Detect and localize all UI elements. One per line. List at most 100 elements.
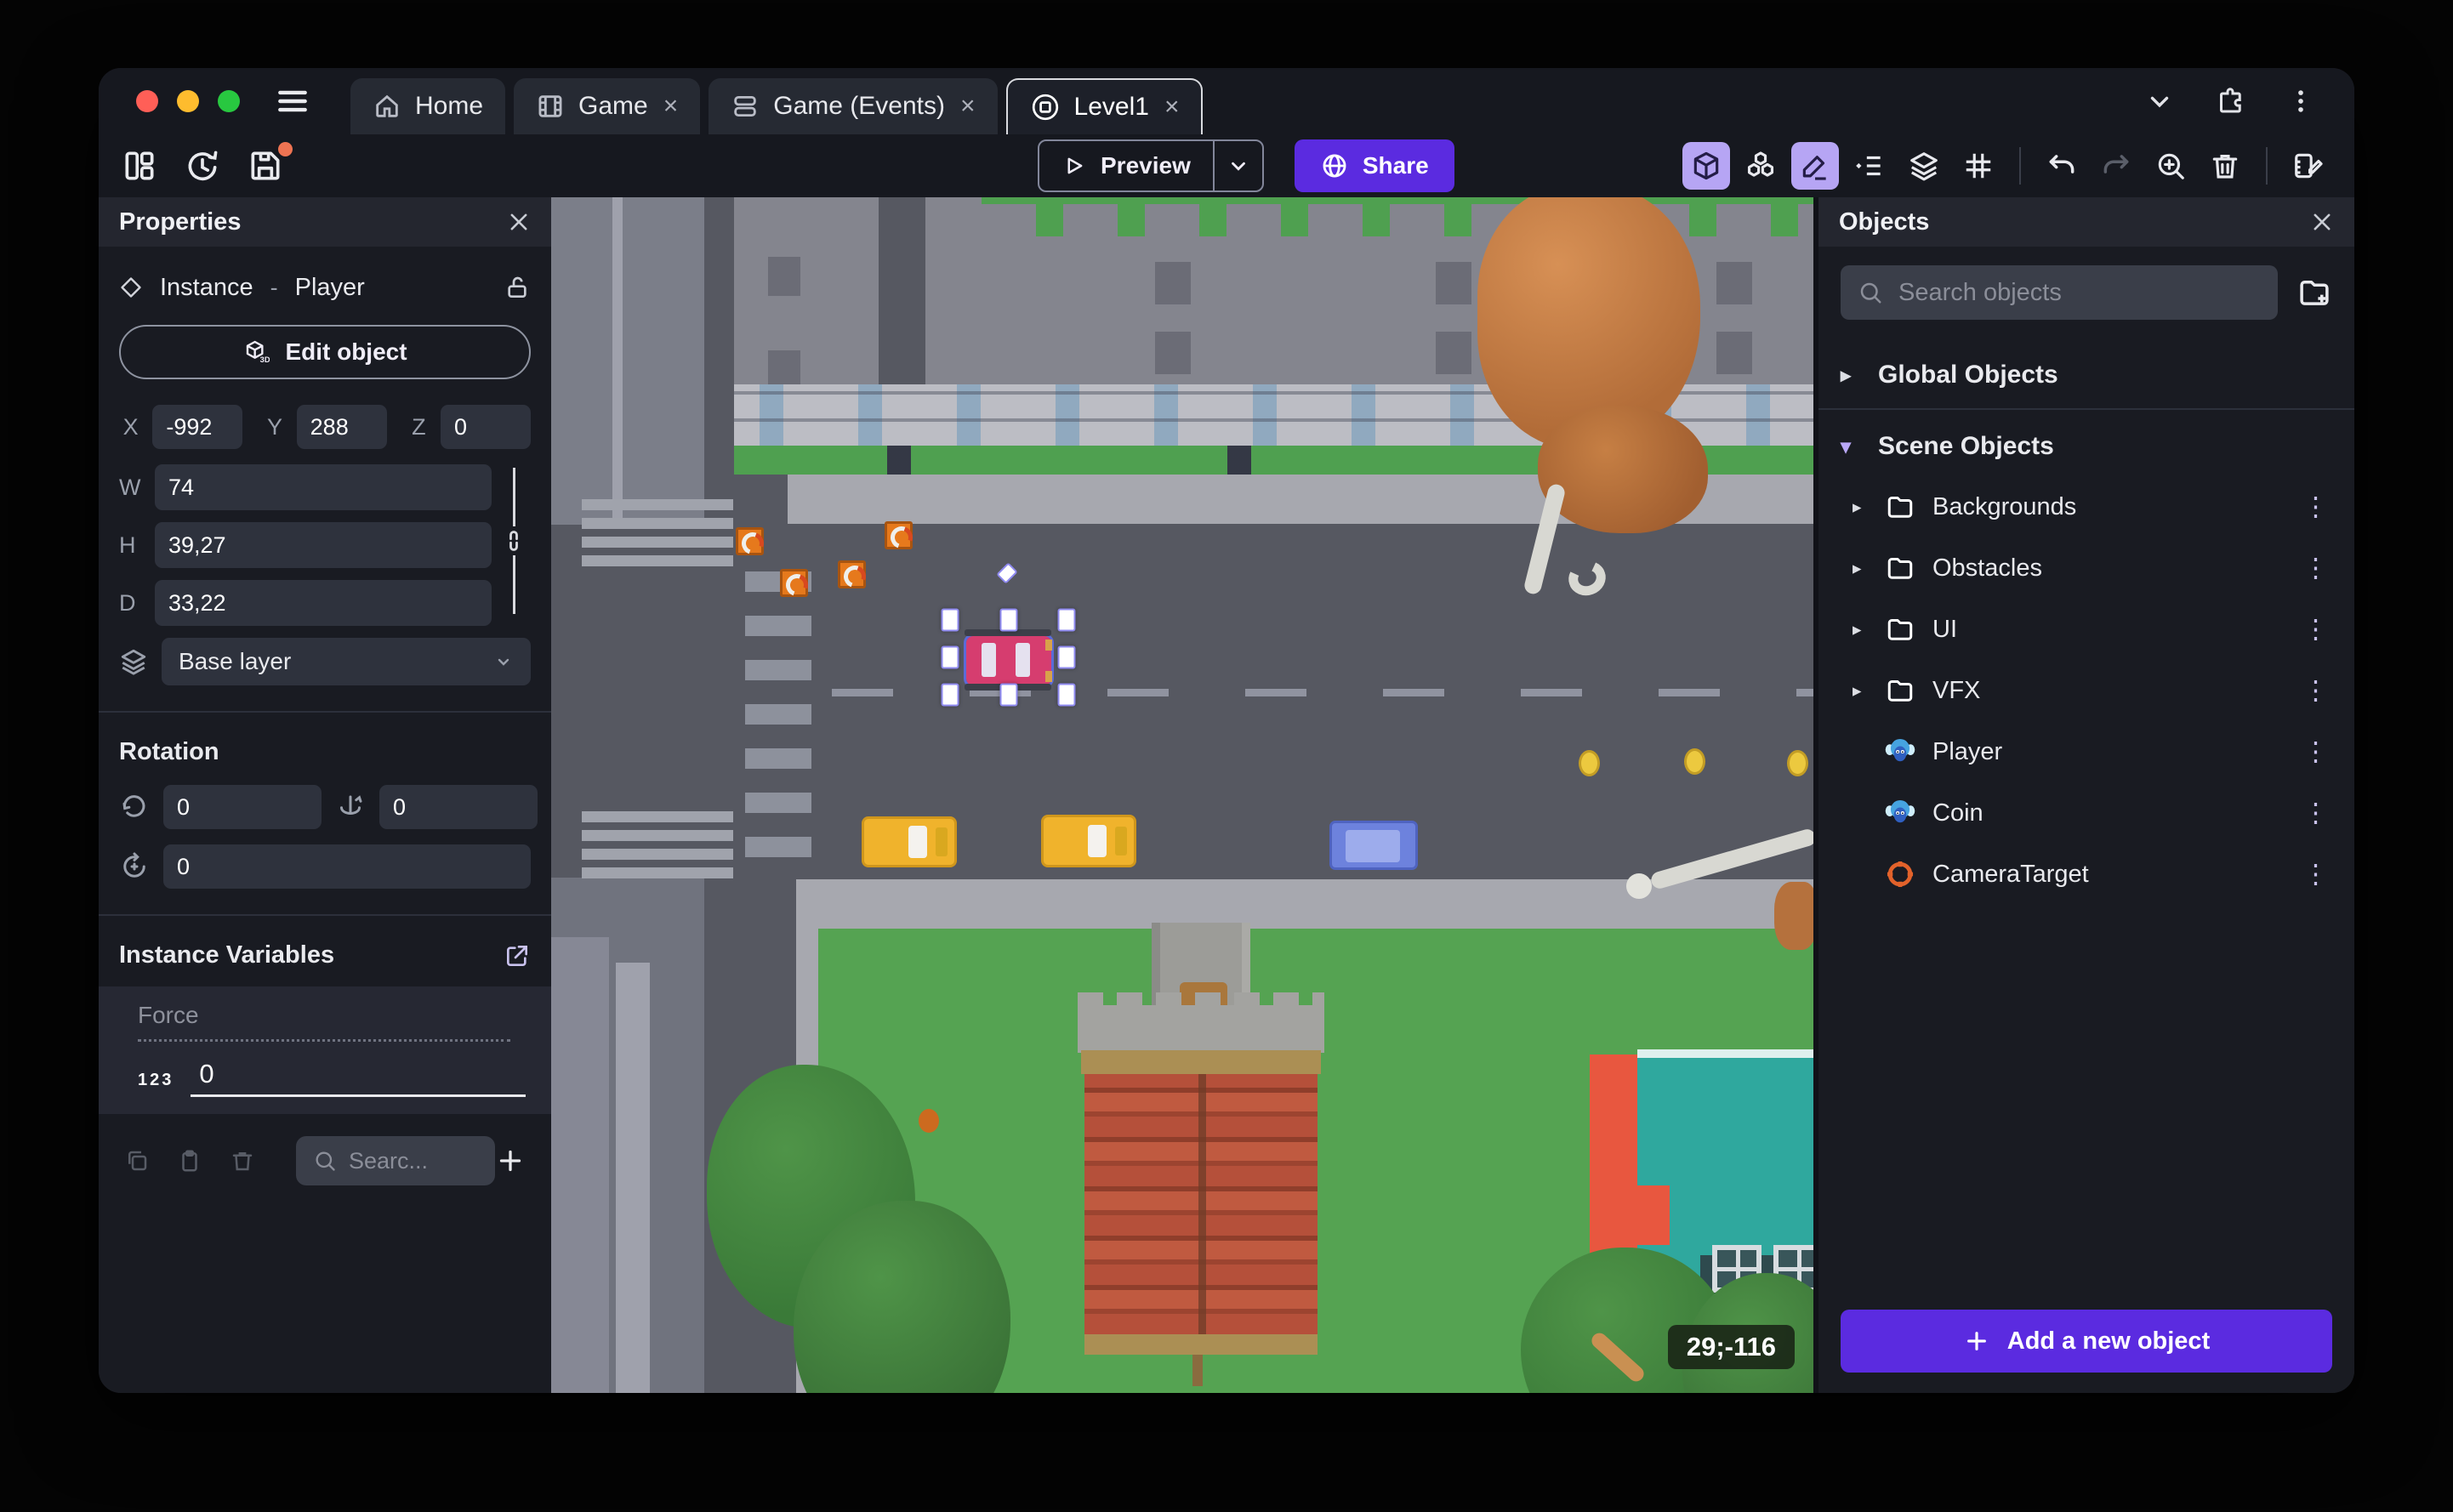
resize-handle[interactable] [1057,645,1076,669]
variable-value-input[interactable] [191,1059,526,1094]
layers-button[interactable] [1900,142,1948,190]
edit-scene-properties-button[interactable] [2285,142,2332,190]
paste-icon[interactable] [177,1148,202,1174]
rotation-y-input[interactable] [379,785,538,829]
instances-list-button[interactable] [1846,142,1893,190]
crate-obstacle[interactable] [736,527,764,555]
preview-button[interactable]: Preview [1039,152,1213,179]
trash-icon[interactable] [230,1148,255,1174]
objects-search[interactable] [1841,265,2278,320]
tab-close-icon[interactable]: × [663,94,679,119]
rotation-handle[interactable] [996,562,1018,584]
edit-mode-pencil-button[interactable] [1791,142,1839,190]
kebab-menu-icon[interactable]: ⋮ [2302,492,2332,522]
close-icon[interactable] [507,210,531,234]
object-folder-ui[interactable]: ▸ UI ⋮ [1841,599,2332,660]
resize-handle[interactable] [999,608,1017,632]
coin-instance[interactable] [1684,748,1705,775]
add-variable-button[interactable] [495,1145,526,1176]
redo-button[interactable] [2092,142,2140,190]
tab-game-events[interactable]: Game (Events) × [709,78,998,134]
close-icon[interactable] [2310,210,2334,234]
y-input[interactable] [296,405,387,449]
monkey-icon [1883,736,1917,768]
crate-obstacle[interactable] [885,521,913,549]
variables-search-input[interactable] [349,1147,476,1174]
close-window-button[interactable] [136,90,158,112]
tab-close-icon[interactable]: × [960,94,976,119]
kebab-menu-icon[interactable]: ⋮ [2302,798,2332,828]
coin-instance[interactable] [1579,750,1600,776]
global-objects-group[interactable]: ▸ Global Objects [1841,345,2332,405]
tab-close-icon[interactable]: × [1164,94,1180,120]
object-folder-vfx[interactable]: ▸ VFX ⋮ [1841,660,2332,721]
zoom-in-button[interactable] [2147,142,2194,190]
taxi-car[interactable] [862,816,957,867]
crate-obstacle[interactable] [780,569,808,597]
kebab-menu-icon[interactable]: ⋮ [2302,859,2332,890]
taxi-car[interactable] [1041,815,1136,867]
x-input[interactable] [152,405,243,449]
kebab-menu-icon[interactable] [2286,87,2315,116]
objects-search-input[interactable] [1898,278,2261,307]
grid-button[interactable] [1955,142,2002,190]
coin-instance[interactable] [1787,750,1808,776]
chevron-down-icon[interactable] [2145,87,2174,116]
panels-layout-button[interactable] [121,147,158,185]
main-menu-button[interactable] [274,82,311,120]
3d-view-button[interactable] [1682,142,1730,190]
height-input[interactable] [155,522,492,568]
object-camera-target[interactable]: CameraTarget ⋮ [1841,844,2332,905]
crate-obstacle[interactable] [838,560,866,588]
variables-search[interactable] [296,1136,495,1185]
x-label: X [122,413,139,440]
properties-panel: Properties Instance - Player 3D Edit obj… [99,197,551,1393]
blue-car[interactable] [1329,821,1418,870]
delete-button[interactable] [2201,142,2249,190]
copy-icon[interactable] [124,1148,150,1174]
layer-select[interactable]: Base layer [162,638,531,685]
object-player[interactable]: Player ⋮ [1841,721,2332,782]
extensions-puzzle-icon[interactable] [2215,86,2245,117]
add-new-object-button[interactable]: Add a new object [1841,1310,2332,1373]
edit-object-button[interactable]: 3D Edit object [119,325,531,379]
width-input[interactable] [155,464,492,510]
z-input[interactable] [440,405,531,449]
kebab-menu-icon[interactable]: ⋮ [2302,614,2332,645]
kebab-menu-icon[interactable]: ⋮ [2302,736,2332,767]
share-button[interactable]: Share [1294,139,1454,192]
undo-button[interactable] [2038,142,2086,190]
preview-options-button[interactable] [1215,155,1262,177]
maximize-window-button[interactable] [218,90,240,112]
variable-row[interactable]: Force 123 [99,986,551,1114]
kebab-menu-icon[interactable]: ⋮ [2302,553,2332,583]
add-folder-icon[interactable] [2296,275,2332,310]
resize-handle[interactable] [941,608,959,632]
tab-home[interactable]: Home [350,78,506,134]
lock-open-icon[interactable] [504,274,531,301]
scene-canvas[interactable]: 29;-116 [551,197,1813,1393]
kebab-menu-icon[interactable]: ⋮ [2302,675,2332,706]
resize-handle[interactable] [1057,683,1076,707]
history-button[interactable] [184,147,221,185]
tab-level1[interactable]: Level1 × [1005,78,1204,134]
objects-blocks-button[interactable] [1737,142,1784,190]
rotation-x-input[interactable] [163,785,322,829]
tab-game[interactable]: Game × [514,78,701,134]
resize-handle[interactable] [941,645,959,669]
resize-handle[interactable] [941,683,959,707]
lock-ratio-toggle[interactable] [498,468,529,614]
object-folder-obstacles[interactable]: ▸ Obstacles ⋮ [1841,537,2332,599]
resize-handle[interactable] [999,683,1017,707]
open-variables-editor-icon[interactable] [504,942,531,969]
variable-name[interactable]: Force [138,1002,510,1042]
object-coin[interactable]: Coin ⋮ [1841,782,2332,844]
minimize-window-button[interactable] [177,90,199,112]
resize-handle[interactable] [1057,608,1076,632]
rotation-z-input[interactable] [163,844,531,889]
save-button[interactable] [247,142,293,185]
brick-tower[interactable] [1078,923,1324,1386]
depth-input[interactable] [155,580,492,626]
object-folder-backgrounds[interactable]: ▸ Backgrounds ⋮ [1841,476,2332,537]
scene-objects-group[interactable]: ▾ Scene Objects [1841,417,2332,476]
